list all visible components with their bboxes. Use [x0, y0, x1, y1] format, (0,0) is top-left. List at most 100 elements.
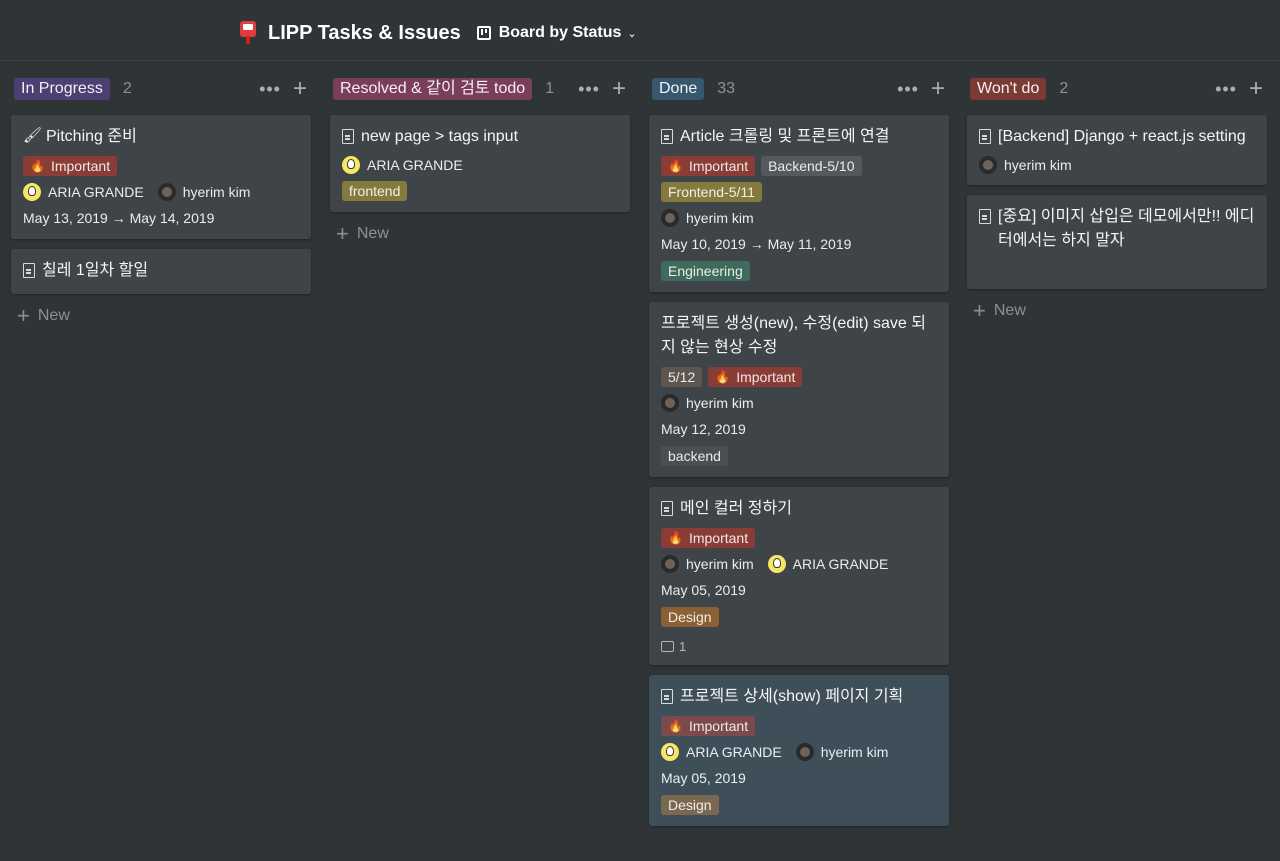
tag[interactable]: 5/12 — [661, 367, 703, 387]
tag[interactable]: Design — [661, 607, 719, 627]
person[interactable]: hyerim kim — [661, 555, 754, 573]
more-icon[interactable]: ••• — [1215, 80, 1237, 98]
add-card-icon[interactable]: + — [931, 77, 945, 101]
new-card-button[interactable]: + New — [330, 221, 630, 246]
card[interactable]: 프로젝트 생성(new), 수정(edit) save 되지 않는 현상 수정 5… — [649, 302, 949, 477]
tag-label: Important — [50, 158, 111, 174]
tag-row: 🔥 Important — [661, 716, 937, 736]
tag[interactable]: Design — [661, 795, 719, 815]
tag[interactable]: Engineering — [661, 261, 750, 281]
tag[interactable]: 🔥 Important — [661, 716, 756, 736]
column-resolved-todo: Resolved & 같이 검토 todo 1 ••• + new page > tag… — [330, 77, 630, 246]
tag-row: frontend — [342, 181, 618, 201]
card-title: [Backend] Django + react.js setting — [979, 125, 1255, 149]
avatar — [342, 156, 360, 174]
avatar — [661, 394, 679, 412]
card-title-text: [Backend] Django + react.js setting — [998, 128, 1246, 145]
tag-label: 5/12 — [668, 369, 696, 385]
person-name: ARIA GRANDE — [48, 184, 144, 200]
tag-row: 🔥 Important — [661, 528, 937, 548]
person-name: ARIA GRANDE — [686, 744, 782, 760]
tag[interactable]: 🔥 Important — [661, 156, 756, 176]
assignees: hyerim kim ARIA GRANDE — [661, 555, 937, 573]
pushpin-icon[interactable] — [238, 21, 258, 45]
tag[interactable]: 🔥 Important — [708, 367, 803, 387]
comment-icon — [661, 641, 674, 652]
column-title[interactable]: In Progress — [14, 78, 110, 100]
person[interactable]: hyerim kim — [661, 394, 754, 412]
card-title: 칠레 1일차 할일 — [23, 259, 299, 283]
avatar — [661, 555, 679, 573]
card[interactable]: [Backend] Django + react.js setting hyeri… — [967, 115, 1267, 185]
person[interactable]: ARIA GRANDE — [23, 183, 144, 201]
tag[interactable]: backend — [661, 446, 728, 466]
tag-row: 🔥 Important — [23, 156, 299, 176]
person-name: hyerim kim — [686, 556, 754, 572]
tag[interactable]: 🔥 Important — [23, 156, 118, 176]
add-card-icon[interactable]: + — [293, 77, 307, 101]
avatar — [979, 156, 997, 174]
card[interactable]: Article 크롤링 및 프론트에 연결 🔥 Important Backend-5… — [649, 115, 949, 292]
column-header: Done 33 ••• + — [649, 77, 949, 101]
tag-row: 🔥 Important Backend-5/10 Frontend-5/11 — [661, 156, 937, 202]
person[interactable]: hyerim kim — [661, 209, 754, 227]
new-card-button[interactable]: + New — [11, 305, 311, 327]
new-label: New — [356, 225, 389, 242]
comment-count[interactable]: 1 — [661, 639, 937, 654]
new-card-button[interactable]: + New — [967, 300, 1267, 322]
card-title: 프로젝트 생성(new), 수정(edit) save 되지 않는 현상 수정 — [661, 312, 937, 360]
person[interactable]: hyerim kim — [979, 156, 1072, 174]
more-icon[interactable]: ••• — [578, 80, 600, 98]
card[interactable]: 메인 컬러 정하기 🔥 Important hyerim kim ARIA GRANDE… — [649, 487, 949, 665]
column-actions: ••• + — [1215, 77, 1263, 101]
fire-icon: 🔥 — [668, 719, 683, 733]
avatar — [767, 555, 786, 573]
card-title-text: Article 크롤링 및 프론트에 연결 — [680, 128, 890, 145]
person[interactable]: hyerim kim — [795, 743, 888, 761]
tag-label: Important — [736, 369, 796, 385]
tag[interactable]: 🔥 Important — [661, 528, 756, 548]
fire-icon: 🔥 — [668, 159, 683, 173]
add-card-icon[interactable]: + — [1249, 77, 1263, 101]
plus-icon: + — [336, 221, 349, 246]
add-card-icon[interactable]: + — [612, 77, 626, 101]
document-icon — [979, 129, 991, 149]
column-title[interactable]: Resolved & 같이 검토 todo — [333, 78, 533, 100]
column-actions: ••• + — [578, 77, 626, 101]
column-title[interactable]: Won't do — [970, 78, 1047, 100]
card[interactable]: 프로젝트 상세(show) 페이지 기획 🔥 Important ARIA GRAND… — [649, 675, 949, 826]
person-name: ARIA GRANDE — [792, 556, 889, 572]
tag[interactable]: Backend-5/10 — [761, 156, 862, 176]
more-icon[interactable]: ••• — [897, 80, 919, 98]
document-icon — [661, 129, 673, 149]
card[interactable]: 칠레 1일차 할일 — [11, 249, 311, 294]
page-title[interactable]: LIPP Tasks & Issues — [268, 22, 461, 45]
person[interactable]: ARIA GRANDE — [767, 555, 889, 573]
chevron-down-icon: ⌄ — [627, 27, 637, 40]
column-won-t-do: Won't do 2 ••• + [Backend] Django + react.js… — [967, 77, 1267, 322]
tag-label: Design — [668, 609, 712, 625]
card[interactable]: [중요] 이미지 삽입은 데모에서만!! 에디터에서는 하지 말자 — [967, 195, 1267, 289]
date: May 05, 2019 — [661, 770, 746, 786]
person[interactable]: hyerim kim — [157, 183, 250, 201]
new-label: New — [37, 307, 70, 324]
card[interactable]: new page > tags input ARIA GRANDE frontend — [330, 115, 630, 212]
card-title-text: [중요] 이미지 삽입은 데모에서만!! 에디터에서는 하지 말자 — [998, 208, 1255, 249]
fire-icon: 🔥 — [715, 370, 731, 384]
date: May 05, 2019 — [661, 582, 746, 598]
person[interactable]: ARIA GRANDE — [342, 156, 463, 174]
tag[interactable]: frontend — [342, 181, 408, 201]
avatar — [795, 743, 814, 761]
card-title-text: 칠레 1일차 할일 — [42, 262, 149, 279]
person-name: hyerim kim — [1004, 157, 1072, 173]
tag[interactable]: Frontend-5/11 — [661, 182, 762, 202]
assignees: ARIA GRANDE hyerim kim — [661, 743, 937, 761]
view-switcher[interactable]: Board by Status ⌄ — [476, 24, 637, 42]
card[interactable]: 🖌 Pitching 준비 🔥 Important ARIA GRANDE hyerim … — [11, 115, 311, 239]
column-title[interactable]: Done — [652, 78, 705, 100]
document-icon — [661, 501, 673, 521]
card-title: 프로젝트 상세(show) 페이지 기획 — [661, 685, 937, 709]
person[interactable]: ARIA GRANDE — [661, 743, 782, 761]
date: May 13, 2019 → May 14, 2019 — [23, 210, 215, 226]
more-icon[interactable]: ••• — [259, 80, 281, 98]
